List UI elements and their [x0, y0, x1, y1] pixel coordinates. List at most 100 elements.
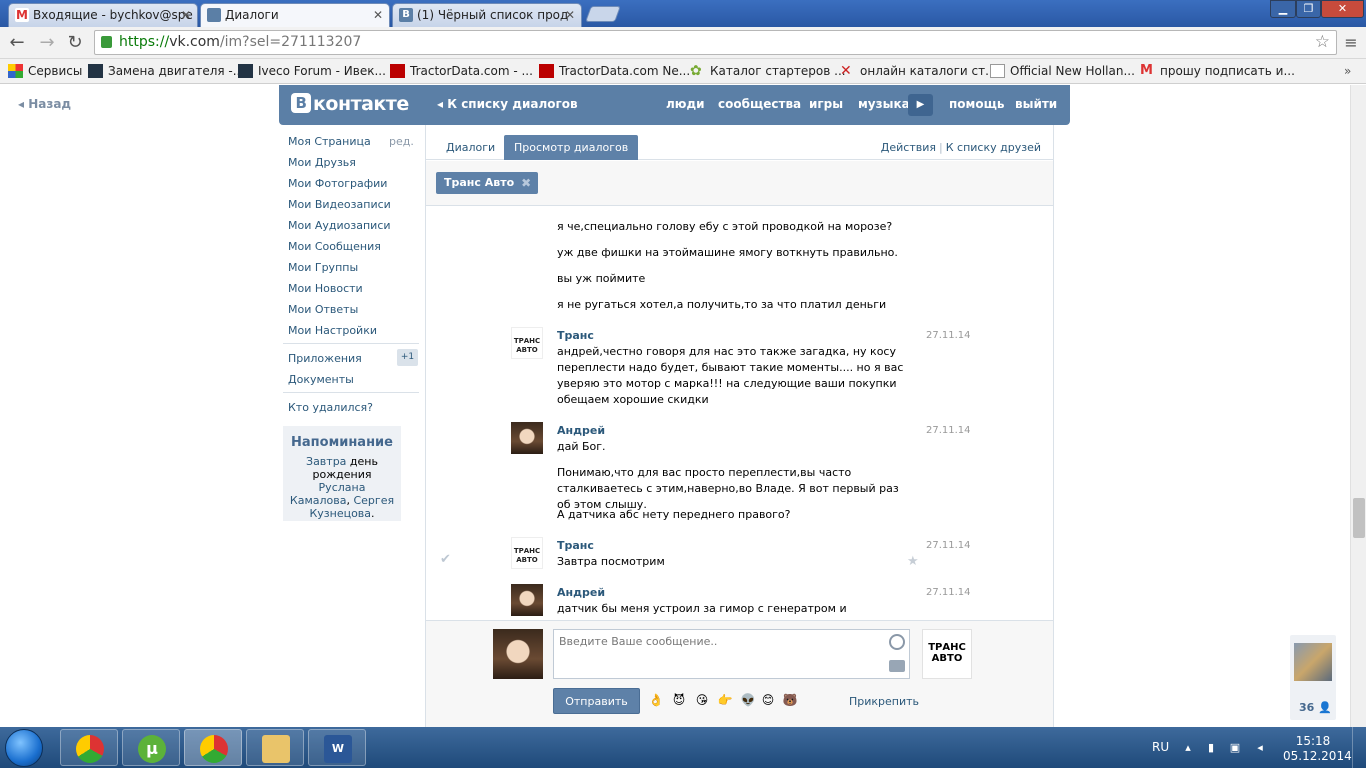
minimize-button[interactable]: ▁	[1270, 0, 1296, 18]
page-scrollbar[interactable]	[1350, 85, 1366, 727]
taskbar-chrome-pinned[interactable]	[60, 729, 118, 766]
message-input[interactable]: Введите Ваше сообщение..	[553, 629, 910, 679]
taskbar-chrome-active[interactable]	[184, 729, 242, 766]
language-indicator[interactable]: RU	[1152, 740, 1169, 754]
bookmark-star-icon[interactable]: ☆	[1315, 31, 1330, 54]
menu-my-groups[interactable]: Мои Группы	[288, 261, 358, 274]
message-author[interactable]: Андрей	[557, 586, 605, 599]
close-window-button[interactable]: ✕	[1321, 0, 1364, 18]
nav-games[interactable]: игры	[809, 97, 843, 111]
back-to-dialogs-link[interactable]: ◂ К списку диалогов	[437, 97, 578, 111]
emoji-alien[interactable]: 👽	[740, 692, 756, 708]
bookmark-engine-replace[interactable]: Замена двигателя -...	[88, 63, 244, 79]
taskbar-word[interactable]: W	[308, 729, 366, 766]
peer-chip[interactable]: Транс Авто ✖	[436, 172, 539, 194]
menu-who-deleted[interactable]: Кто удалился?	[288, 401, 373, 414]
emoji-kiss[interactable]: 😘	[694, 692, 710, 708]
message-author[interactable]: Транс	[557, 539, 594, 552]
network-icon[interactable]: ▣	[1228, 741, 1242, 755]
bookmark-new-holland[interactable]: Official New Hollan...	[990, 63, 1135, 79]
tab-dialogs-list[interactable]: Диалоги	[436, 135, 505, 160]
address-bar[interactable]: https://vk.com/im?sel=271113207 ☆	[94, 30, 1337, 55]
message-date[interactable]: 27.11.14	[926, 540, 971, 551]
scrollbar-thumb[interactable]	[1353, 498, 1365, 538]
emoji-ok[interactable]: 👌	[648, 692, 664, 708]
vk-logo[interactable]: Вконтакте	[291, 93, 409, 115]
menu-my-friends[interactable]: Мои Друзья	[288, 156, 356, 169]
avatar[interactable]: ТРАНС АВТО	[511, 327, 543, 359]
bookmark-tractordata-1[interactable]: TractorData.com - ...	[390, 63, 533, 79]
start-button[interactable]	[5, 729, 43, 767]
forward-arrow-icon[interactable]: →	[36, 32, 58, 54]
menu-my-messages[interactable]: Мои Сообщения	[288, 240, 381, 253]
nav-communities[interactable]: сообщества	[718, 97, 801, 111]
close-icon[interactable]: ✕	[565, 4, 575, 26]
star-icon[interactable]: ★	[907, 554, 919, 569]
side-widget[interactable]: 36 👤	[1290, 635, 1336, 720]
tab-blacklist[interactable]: B (1) Чёрный список прод ✕	[392, 3, 582, 27]
restore-button[interactable]: ❐	[1296, 0, 1321, 18]
check-icon[interactable]: ✔	[440, 552, 451, 567]
show-desktop-button[interactable]	[1352, 727, 1366, 768]
emoji-bear[interactable]: 🐻	[782, 692, 798, 708]
back-arrow-icon[interactable]: ←	[6, 32, 28, 54]
message-date[interactable]: 27.11.14	[926, 425, 971, 436]
close-icon[interactable]: ✕	[373, 4, 383, 26]
bookmark-tractordata-2[interactable]: TractorData.com Ne...	[539, 63, 690, 79]
bookmark-starters-catalog[interactable]: ✿ Каталог стартеров ...	[690, 63, 846, 79]
send-button[interactable]: Отправить	[553, 688, 640, 714]
smile-icon[interactable]	[889, 634, 905, 650]
nav-logout[interactable]: выйти	[1015, 97, 1057, 111]
menu-my-news[interactable]: Мои Новости	[288, 282, 363, 295]
volume-icon[interactable]: ◂	[1253, 741, 1267, 755]
attach-link[interactable]: Прикрепить	[849, 695, 919, 708]
menu-my-answers[interactable]: Мои Ответы	[288, 303, 358, 316]
tray-arrow-icon[interactable]: ▴	[1181, 741, 1195, 755]
back-link[interactable]: ◂ Назад	[18, 97, 71, 111]
menu-my-audio[interactable]: Мои Аудиозаписи	[288, 219, 391, 232]
menu-icon[interactable]: ≡	[1340, 32, 1362, 54]
message-date[interactable]: 27.11.14	[926, 330, 971, 341]
message-author[interactable]: Андрей	[557, 424, 605, 437]
tab-view-dialogs[interactable]: Просмотр диалогов	[504, 135, 639, 160]
menu-my-settings[interactable]: Мои Настройки	[288, 324, 377, 337]
emoji-point[interactable]: 👉	[717, 692, 733, 708]
message-date[interactable]: 27.11.14	[926, 587, 971, 598]
friends-list-link[interactable]: К списку друзей	[946, 141, 1041, 154]
reload-icon[interactable]: ↻	[64, 32, 86, 54]
close-icon[interactable]: ✕	[181, 4, 191, 26]
widget-image[interactable]	[1294, 643, 1332, 681]
menu-my-photos[interactable]: Мои Фотографии	[288, 177, 387, 190]
clock[interactable]: 15:18 05.12.2014	[1283, 734, 1352, 764]
menu-apps[interactable]: Приложения	[288, 352, 362, 365]
peer-avatar[interactable]: ТРАНС АВТО	[922, 629, 972, 679]
taskbar-explorer[interactable]	[246, 729, 304, 766]
message-author[interactable]: Транс	[557, 329, 594, 342]
nav-help[interactable]: помощь	[949, 97, 1004, 111]
taskbar-utorrent[interactable]: µ	[122, 729, 180, 766]
menu-documents[interactable]: Документы	[288, 373, 354, 386]
new-tab-button[interactable]	[585, 6, 621, 22]
camera-icon[interactable]	[889, 660, 905, 672]
close-icon[interactable]: ✖	[521, 172, 531, 194]
emoji-smile[interactable]: 😊	[760, 692, 776, 708]
avatar[interactable]: ТРАНС АВТО	[511, 537, 543, 569]
bookmark-services[interactable]: Сервисы	[8, 63, 82, 79]
bookmark-online-catalogs[interactable]: ✕ онлайн каталоги ст...	[840, 63, 997, 79]
actions-link[interactable]: Действия	[881, 141, 936, 154]
tab-dialogs[interactable]: Диалоги ✕	[200, 3, 390, 27]
signal-icon[interactable]: ▮	[1204, 741, 1218, 755]
my-avatar[interactable]	[493, 629, 543, 679]
bookmark-iveco-forum[interactable]: Iveco Forum - Ивек...	[238, 63, 386, 79]
bookmarks-overflow-icon[interactable]: »	[1344, 63, 1351, 79]
menu-edit-link[interactable]: ред.	[389, 135, 414, 148]
emoji-devil[interactable]: 😈	[671, 692, 687, 708]
nav-people[interactable]: люди	[666, 97, 705, 111]
bookmark-sign-request[interactable]: Mпрошу подписать и...	[1140, 63, 1295, 79]
avatar[interactable]	[511, 422, 543, 454]
nav-music[interactable]: музыка	[858, 97, 910, 111]
reminder-tomorrow-link[interactable]: Завтра	[306, 455, 346, 468]
play-icon[interactable]: ▶	[908, 94, 933, 116]
tab-gmail[interactable]: M Входящие - bychkov@spe ✕	[8, 3, 198, 27]
menu-my-videos[interactable]: Мои Видеозаписи	[288, 198, 391, 211]
